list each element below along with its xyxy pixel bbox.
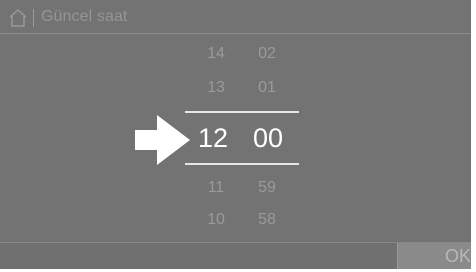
frame-edge-right: [471, 0, 476, 272]
footer-bar: OK: [0, 242, 471, 270]
ok-button[interactable]: OK: [397, 243, 471, 270]
time-picker[interactable]: 14 13 12 11 10 02 01 00 59 58: [0, 34, 471, 242]
header-bar: Güncel saat: [0, 0, 471, 34]
minute-option[interactable]: 02: [247, 45, 287, 63]
ok-button-label: OK: [444, 246, 471, 266]
hour-option[interactable]: 10: [196, 211, 236, 229]
arrow-right-icon: [135, 115, 190, 165]
hour-option[interactable]: 13: [196, 79, 236, 97]
selection-line-bottom: [185, 163, 299, 165]
minute-selected[interactable]: 00: [243, 123, 293, 154]
time-setting-screen: Güncel saat 14 13 12 11 10 02 01 00 59 5…: [0, 0, 476, 272]
home-icon[interactable]: [8, 8, 28, 28]
header-separator: [33, 9, 34, 27]
hour-option[interactable]: 11: [196, 179, 236, 197]
page-title: Güncel saat: [41, 8, 128, 25]
selection-line-top: [185, 111, 299, 113]
hour-option[interactable]: 14: [196, 45, 236, 63]
minute-option[interactable]: 58: [247, 211, 287, 229]
minute-option[interactable]: 01: [247, 79, 287, 97]
minute-option[interactable]: 59: [247, 179, 287, 197]
